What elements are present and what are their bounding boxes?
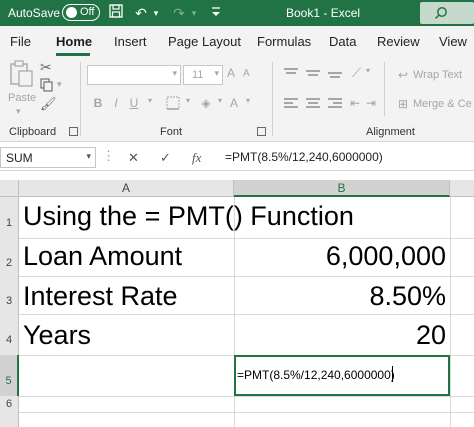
- merge-center-label[interactable]: Merge & Ce: [413, 98, 472, 110]
- group-divider: [384, 62, 385, 116]
- tab-formulas[interactable]: Formulas: [257, 34, 311, 49]
- autosave-state: Off: [80, 6, 95, 18]
- tab-view[interactable]: View: [439, 34, 467, 49]
- group-divider: [272, 62, 273, 136]
- clipboard-launcher-icon[interactable]: [69, 127, 78, 136]
- grid-line: [450, 197, 451, 427]
- borders-dropdown-icon[interactable]: ▾: [180, 96, 196, 105]
- ribbon-tabs: File Home Insert Page Layout Formulas Da…: [0, 26, 474, 56]
- document-title: Book1 - Excel: [286, 6, 361, 20]
- grid-line: [19, 412, 474, 413]
- save-icon[interactable]: [106, 3, 126, 23]
- cell-a4[interactable]: Years: [23, 320, 91, 351]
- increase-indent-icon[interactable]: ⇥: [366, 96, 376, 110]
- copy-icon[interactable]: [40, 78, 54, 97]
- toggle-knob: [66, 7, 77, 18]
- clipboard-group-label: Clipboard: [9, 126, 57, 138]
- font-size-dropdown[interactable]: 11 ▾: [183, 65, 223, 85]
- formula-bar: SUM ▾ ⋮ ✕ ✓ fx =PMT(8.5%/12,240,6000000): [0, 143, 474, 171]
- tab-insert[interactable]: Insert: [114, 34, 147, 49]
- column-header-b[interactable]: B: [234, 180, 450, 197]
- redo-dropdown-icon[interactable]: ▾: [188, 3, 200, 23]
- redo-icon[interactable]: ↷: [170, 3, 188, 23]
- tab-data[interactable]: Data: [329, 34, 356, 49]
- grid-line: [19, 396, 474, 397]
- name-box-value: SUM: [6, 151, 33, 165]
- alignment-group-label: Alignment: [366, 126, 415, 138]
- cell-b5-edit[interactable]: =PMT(8.5%/12,240,6000000): [237, 368, 395, 382]
- chevron-down-icon: ▾: [172, 68, 177, 78]
- title-bar: AutoSave Off ↶ ▾ ↷ ▾ Book1 - Excel: [0, 0, 474, 26]
- row-header-7[interactable]: [0, 412, 19, 427]
- decrease-indent-icon[interactable]: ⇤: [350, 96, 360, 110]
- grid-line: [19, 276, 474, 277]
- chevron-down-icon: ▾: [214, 68, 219, 78]
- formula-bar-grip-icon: ⋮: [102, 148, 115, 163]
- underline-icon[interactable]: U: [126, 96, 142, 110]
- underline-dropdown-icon[interactable]: ▾: [142, 96, 158, 105]
- paste-dropdown-icon[interactable]: ▾: [16, 106, 21, 117]
- font-launcher-icon[interactable]: [257, 127, 266, 136]
- paste-icon[interactable]: [8, 60, 34, 88]
- font-size-value: 11: [192, 69, 204, 81]
- search-box[interactable]: [420, 2, 474, 24]
- group-divider: [80, 62, 81, 136]
- orientation-icon[interactable]: ⟋: [352, 65, 361, 81]
- bold-icon[interactable]: B: [90, 96, 106, 110]
- name-box[interactable]: SUM ▾: [0, 147, 96, 168]
- cell-b2[interactable]: 6,000,000: [326, 241, 446, 272]
- insert-function-icon[interactable]: fx: [192, 150, 201, 166]
- row-header-1[interactable]: 1: [0, 197, 19, 238]
- column-header-next[interactable]: [450, 180, 474, 197]
- row-header-3[interactable]: 3: [0, 276, 19, 314]
- enter-check-icon[interactable]: ✓: [160, 150, 171, 166]
- undo-dropdown-icon[interactable]: ▾: [150, 3, 162, 23]
- cell-b3[interactable]: 8.50%: [369, 281, 446, 312]
- chevron-down-icon[interactable]: ▾: [86, 151, 91, 162]
- copy-dropdown-icon[interactable]: ▾: [57, 79, 62, 90]
- tab-home[interactable]: Home: [56, 34, 92, 49]
- row-header-4[interactable]: 4: [0, 314, 19, 355]
- cell-a3[interactable]: Interest Rate: [23, 281, 178, 312]
- ribbon: Paste ▾ ✂ ▾ 🖌 Clipboard ▾ 11 ▾ A A B I U…: [0, 56, 474, 142]
- autosave-toggle[interactable]: Off: [62, 4, 100, 21]
- cell-a2[interactable]: Loan Amount: [23, 241, 182, 272]
- shrink-font-icon[interactable]: A: [243, 68, 250, 79]
- tab-file[interactable]: File: [10, 34, 31, 49]
- text-cursor: [392, 366, 393, 382]
- merge-icon[interactable]: ⊞: [398, 97, 408, 111]
- select-all-corner[interactable]: [0, 180, 19, 197]
- font-color-dropdown-icon[interactable]: ▾: [240, 96, 256, 105]
- orientation-dropdown-icon[interactable]: ▾: [366, 66, 370, 75]
- column-header-a[interactable]: A: [19, 180, 234, 197]
- font-group-label: Font: [160, 126, 183, 138]
- grow-font-icon[interactable]: A: [227, 66, 235, 80]
- cancel-icon[interactable]: ✕: [128, 150, 139, 166]
- wrap-text-icon[interactable]: ↩: [398, 68, 408, 82]
- search-icon: [434, 7, 447, 20]
- tab-page-layout[interactable]: Page Layout: [168, 34, 241, 49]
- wrap-text-label[interactable]: Wrap Text: [413, 69, 462, 81]
- font-name-dropdown[interactable]: ▾: [87, 65, 181, 85]
- cell-a1[interactable]: Using the = PMT() Function: [23, 201, 354, 232]
- borders-icon[interactable]: [166, 96, 180, 115]
- italic-icon[interactable]: I: [108, 96, 124, 110]
- format-painter-icon[interactable]: 🖌: [40, 96, 57, 112]
- customize-toolbar-icon[interactable]: [206, 3, 226, 23]
- autosave-label: AutoSave: [8, 6, 61, 20]
- row-header-6[interactable]: 6: [0, 396, 19, 412]
- formula-input[interactable]: =PMT(8.5%/12,240,6000000): [219, 147, 474, 168]
- cut-icon[interactable]: ✂: [40, 59, 52, 76]
- grid-line: [19, 238, 474, 239]
- row-header-5[interactable]: 5: [0, 355, 19, 396]
- cell-b4[interactable]: 20: [416, 320, 446, 351]
- undo-icon[interactable]: ↶: [132, 3, 150, 23]
- row-header-2[interactable]: 2: [0, 238, 19, 276]
- paste-label[interactable]: Paste: [8, 92, 36, 104]
- grid-line: [19, 314, 474, 315]
- tab-review[interactable]: Review: [377, 34, 420, 49]
